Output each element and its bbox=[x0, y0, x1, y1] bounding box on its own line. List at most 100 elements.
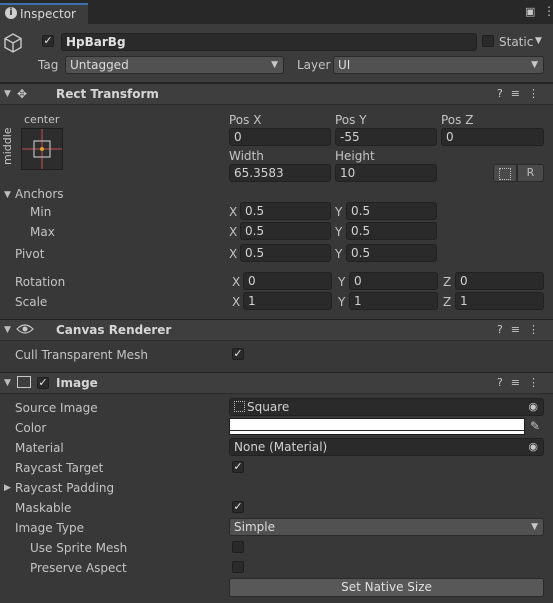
posy-field[interactable]: -55 bbox=[335, 128, 437, 146]
anchor-min-x-field[interactable]: 0.5 bbox=[240, 202, 331, 220]
object-picker-icon[interactable]: ◉ bbox=[528, 399, 538, 415]
rotation-z-field[interactable]: 0 bbox=[455, 272, 544, 290]
preserve-aspect-checkbox[interactable] bbox=[232, 561, 244, 573]
canvas-renderer-title: Canvas Renderer bbox=[56, 323, 172, 337]
tab-title: Inspector bbox=[20, 7, 76, 21]
raycast-padding-label[interactable]: Raycast Padding bbox=[15, 481, 114, 495]
pivot-y-field[interactable]: 0.5 bbox=[346, 244, 437, 262]
pivot-x-label: X bbox=[229, 247, 238, 261]
rot-x-label: X bbox=[232, 275, 241, 289]
raw-edit-button[interactable]: R bbox=[517, 164, 544, 182]
lock-icon[interactable]: ▣ bbox=[525, 5, 535, 18]
foldout-arrow-icon[interactable]: ▼ bbox=[4, 378, 11, 388]
anchor-preset-button[interactable] bbox=[21, 128, 63, 170]
active-checkbox[interactable]: ✓ bbox=[42, 35, 54, 47]
width-field[interactable]: 65.3583 bbox=[229, 164, 331, 182]
rot-y-label: Y bbox=[338, 275, 346, 289]
material-field[interactable]: None (Material) ◉ bbox=[229, 438, 544, 456]
pivot-x-field[interactable]: 0.5 bbox=[240, 244, 331, 262]
chevron-down-icon: ▼ bbox=[531, 60, 538, 70]
layer-label: Layer bbox=[297, 58, 331, 72]
image-component-icon bbox=[17, 376, 31, 388]
posz-field[interactable]: 0 bbox=[441, 128, 544, 146]
color-swatch[interactable] bbox=[229, 418, 525, 435]
pivot-label: Pivot bbox=[15, 247, 45, 261]
source-image-value: Square bbox=[247, 400, 290, 414]
anchor-max-x-field[interactable]: 0.5 bbox=[240, 222, 331, 240]
source-image-label: Source Image bbox=[15, 401, 98, 415]
canvas-renderer-header[interactable]: ▼ Canvas Renderer ?≡⋮ bbox=[0, 319, 553, 341]
anchor-crosshair-icon bbox=[22, 129, 62, 169]
rotation-x-field[interactable]: 0 bbox=[243, 272, 332, 290]
set-native-size-label: Set Native Size bbox=[341, 580, 432, 594]
raycast-target-label: Raycast Target bbox=[15, 461, 104, 475]
r-button-label: R bbox=[526, 166, 535, 179]
anchors-label[interactable]: Anchors bbox=[15, 187, 64, 201]
image-enabled-checkbox[interactable]: ✓ bbox=[37, 377, 49, 389]
image-type-dropdown[interactable]: Simple ▼ bbox=[229, 518, 544, 536]
chevron-down-icon: ▼ bbox=[271, 60, 278, 70]
tag-dropdown[interactable]: Untagged ▼ bbox=[65, 56, 284, 74]
cull-transparent-mesh-checkbox[interactable]: ✓ bbox=[232, 348, 244, 360]
anchor-max-y-field[interactable]: 0.5 bbox=[346, 222, 437, 240]
eyedropper-icon[interactable]: ✎ bbox=[530, 419, 540, 433]
image-type-label: Image Type bbox=[15, 521, 84, 535]
posz-label: Pos Z bbox=[441, 113, 474, 127]
height-field[interactable]: 10 bbox=[335, 164, 437, 182]
anchor-preset-top-label: center bbox=[24, 113, 60, 126]
use-sprite-mesh-checkbox[interactable] bbox=[232, 541, 244, 553]
min-y-label: Y bbox=[335, 205, 343, 219]
foldout-arrow-icon[interactable]: ▼ bbox=[4, 89, 11, 99]
component-header-icons[interactable]: ?≡⋮ bbox=[497, 376, 547, 389]
tab-inspector[interactable]: i Inspector bbox=[0, 3, 88, 24]
object-picker-icon[interactable]: ◉ bbox=[528, 439, 538, 455]
anchors-foldout-icon[interactable]: ▼ bbox=[4, 190, 11, 200]
scale-z-label: Z bbox=[443, 295, 452, 309]
image-header[interactable]: ▼ ✓ Image ?≡⋮ bbox=[0, 372, 553, 394]
blueprint-mode-button[interactable] bbox=[493, 164, 517, 182]
object-name-field[interactable]: HpBarBg bbox=[61, 33, 477, 51]
pivot-y-label: Y bbox=[335, 247, 343, 261]
cull-transparent-mesh-label: Cull Transparent Mesh bbox=[15, 348, 148, 362]
max-label: Max bbox=[30, 225, 55, 239]
maskable-label: Maskable bbox=[15, 501, 72, 515]
raycast-target-checkbox[interactable]: ✓ bbox=[232, 461, 244, 473]
static-checkbox[interactable] bbox=[482, 35, 494, 47]
rotation-y-field[interactable]: 0 bbox=[349, 272, 438, 290]
scale-z-field[interactable]: 1 bbox=[455, 292, 544, 310]
max-x-label: X bbox=[229, 225, 238, 239]
source-image-field[interactable]: Square ◉ bbox=[229, 398, 544, 416]
tag-label: Tag bbox=[38, 58, 59, 72]
layer-dropdown[interactable]: UI ▼ bbox=[333, 56, 544, 74]
anchor-min-y-field[interactable]: 0.5 bbox=[346, 202, 437, 220]
scale-x-field[interactable]: 1 bbox=[243, 292, 332, 310]
use-sprite-mesh-label: Use Sprite Mesh bbox=[30, 541, 128, 555]
raycast-padding-foldout-icon[interactable]: ▶ bbox=[4, 483, 11, 493]
posy-label: Pos Y bbox=[335, 113, 367, 127]
set-native-size-button[interactable]: Set Native Size bbox=[229, 578, 544, 597]
menu-kebab-icon[interactable]: ⋮ bbox=[543, 4, 553, 18]
info-icon: i bbox=[5, 7, 17, 19]
eye-icon bbox=[16, 322, 34, 339]
chevron-down-icon: ▼ bbox=[531, 522, 538, 532]
posx-label: Pos X bbox=[229, 113, 262, 127]
scale-x-label: X bbox=[232, 295, 241, 309]
material-value: None (Material) bbox=[234, 440, 328, 454]
anchor-preset-side-label: middle bbox=[1, 127, 14, 165]
maskable-checkbox[interactable]: ✓ bbox=[232, 501, 244, 513]
posx-field[interactable]: 0 bbox=[229, 128, 331, 146]
preserve-aspect-label: Preserve Aspect bbox=[30, 561, 127, 575]
scale-y-field[interactable]: 1 bbox=[349, 292, 438, 310]
max-y-label: Y bbox=[335, 225, 343, 239]
min-label: Min bbox=[30, 205, 52, 219]
rect-transform-title: Rect Transform bbox=[56, 87, 159, 101]
component-header-icons[interactable]: ?≡⋮ bbox=[497, 323, 547, 336]
rotation-label: Rotation bbox=[15, 275, 66, 289]
rect-transform-header[interactable]: ▼ ✥ Rect Transform ?≡⋮ bbox=[0, 83, 553, 105]
gameobject-cube-icon bbox=[2, 32, 24, 57]
foldout-arrow-icon[interactable]: ▼ bbox=[4, 325, 11, 335]
scale-label: Scale bbox=[15, 295, 48, 309]
static-label: Static bbox=[499, 35, 534, 49]
static-dropdown-arrow-icon[interactable]: ▼ bbox=[535, 36, 542, 46]
component-header-icons[interactable]: ?≡⋮ bbox=[497, 87, 547, 100]
